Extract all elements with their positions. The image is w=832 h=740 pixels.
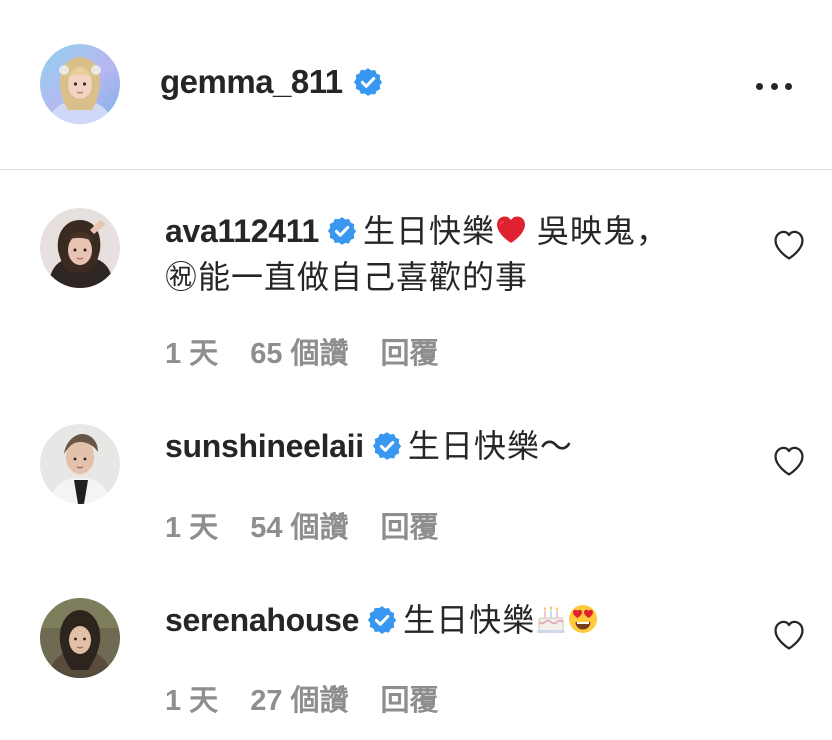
avatar-image [40,598,120,678]
avatar-image [40,424,120,504]
commenter-avatar[interactable] [40,424,120,504]
comment-text: 生日快樂～ [407,428,573,464]
comment-content: ava112411 生日快樂 吳映鬼， ㊗能一直做自己喜歡的事 [165,208,725,300]
comment-meta: 1 天 65 個讚 回覆 [165,330,439,372]
more-dot [756,82,763,90]
reply-button[interactable]: 回覆 [381,504,439,546]
comment-text: 生日快樂 [403,602,536,638]
verified-badge-icon [353,67,383,97]
heart-eyes-emoji-icon [567,603,599,635]
comment-likes[interactable]: 65 個讚 [250,330,348,372]
comment-text: 吳映鬼， [526,213,669,249]
comment-text: ㊗能一直做自己喜歡的事 [165,259,529,295]
commenter-username[interactable]: sunshineelaii [165,428,364,464]
comment-time: 1 天 [165,338,219,370]
comment-content: sunshineelaii 生日快樂～ [165,423,725,469]
verified-badge-icon [327,216,357,246]
comment-likes[interactable]: 54 個讚 [250,504,348,546]
comment-meta: 1 天 54 個讚 回覆 [165,504,439,546]
comment-likes[interactable]: 27 個讚 [250,677,348,719]
comment-time: 1 天 [165,685,219,717]
verified-badge-icon [367,605,397,635]
commenter-username[interactable]: ava112411 [165,213,319,249]
post-author-name[interactable]: gemma_811 [160,60,343,104]
commenter-avatar[interactable] [40,598,120,678]
like-heart-icon[interactable] [772,229,806,261]
reply-button[interactable]: 回覆 [381,330,439,372]
verified-badge-icon [372,431,402,461]
commenter-avatar[interactable] [40,208,120,288]
avatar-image [40,208,120,288]
post-header: gemma_811 [0,0,832,170]
more-dot [785,82,792,90]
post-author-username[interactable]: gemma_811 [160,60,383,104]
comment-text: 生日快樂 [362,213,495,249]
like-heart-icon[interactable] [772,445,806,477]
more-dot [770,82,778,90]
comment-time: 1 天 [165,512,219,544]
more-options-button[interactable] [756,70,792,102]
comment-content: serenahouse 生日快樂 [165,597,725,643]
reply-button[interactable]: 回覆 [381,677,439,719]
like-heart-icon[interactable] [772,619,806,651]
comment-meta: 1 天 27 個讚 回覆 [165,677,439,719]
birthday-cake-emoji-icon [535,603,567,635]
post-author-avatar[interactable] [40,44,120,124]
red-heart-emoji-icon [495,214,527,246]
commenter-username[interactable]: serenahouse [165,602,359,638]
avatar-image [40,44,120,124]
